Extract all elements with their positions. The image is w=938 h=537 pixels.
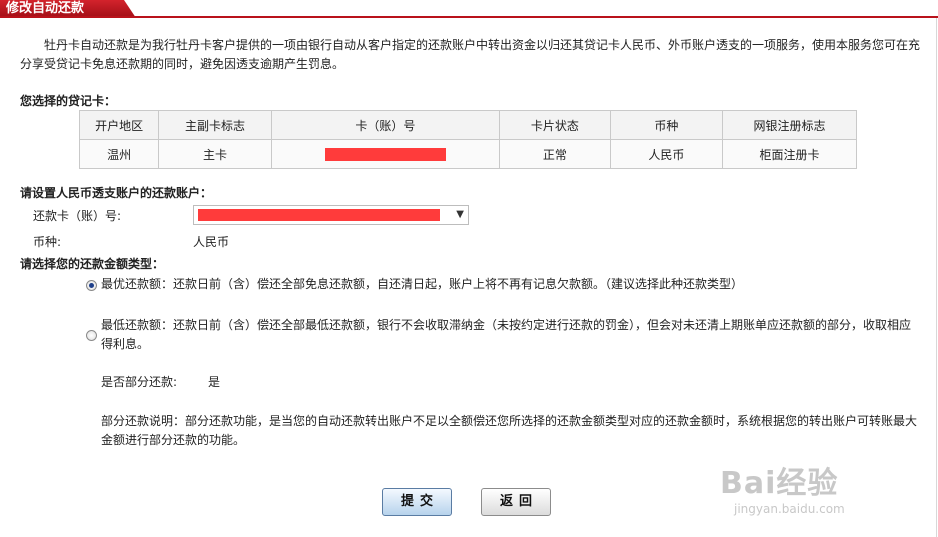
repay-account-select[interactable]: ▼ bbox=[193, 205, 469, 225]
option-optimal-text: 最优还款额：还款日前（含）偿还全部免息还款额，自还清日起，账户上将不再有记息欠款… bbox=[101, 277, 744, 291]
partial-repay-note: 部分还款说明：部分还款功能，是当您的自动还款转出账户不足以全额偿还您所选择的还款… bbox=[101, 414, 918, 447]
col-currency: 币种 bbox=[609, 110, 724, 140]
table-row: 温州 主卡 正常 人民币 柜面注册卡 bbox=[78, 139, 857, 169]
account-section-title: 请设置人民币透支账户的还款账户： bbox=[20, 186, 213, 200]
option-min-optimal-radio[interactable] bbox=[86, 280, 97, 291]
partial-repay-label: 是否部分还款: bbox=[101, 375, 178, 389]
col-region: 开户地区 bbox=[78, 110, 160, 140]
back-button[interactable]: 返回 bbox=[481, 488, 551, 516]
cell-currency: 人民币 bbox=[609, 139, 724, 169]
currency-value: 人民币 bbox=[193, 235, 230, 249]
credit-card-table: 开户地区 主副卡标志 卡（账）号 卡片状态 币种 网银注册标志 温州 主卡 正常… bbox=[78, 110, 857, 169]
intro-text: 牡丹卡自动还款是为我行牡丹卡客户提供的一项由银行自动从客户指定的还款账户中转出资… bbox=[20, 38, 921, 71]
redacted-card-number bbox=[324, 148, 446, 161]
col-card-number: 卡（账）号 bbox=[270, 110, 501, 140]
col-card-flag: 主副卡标志 bbox=[158, 110, 272, 140]
submit-button[interactable]: 提交 bbox=[382, 488, 452, 516]
cell-status: 正常 bbox=[499, 139, 611, 169]
cell-region: 温州 bbox=[78, 139, 160, 169]
card-section-title: 您选择的贷记卡： bbox=[20, 94, 117, 108]
cell-ebank-flag: 柜面注册卡 bbox=[722, 139, 857, 169]
col-ebank-flag: 网银注册标志 bbox=[722, 110, 857, 140]
title-bar: 修改自动还款 bbox=[0, 0, 938, 18]
cell-card-number bbox=[270, 139, 501, 169]
redacted-account-number bbox=[198, 209, 440, 221]
col-status: 卡片状态 bbox=[499, 110, 611, 140]
amount-section-title: 请选择您的还款金额类型： bbox=[20, 257, 165, 271]
repay-card-label: 还款卡（账）号: bbox=[33, 209, 122, 223]
partial-repay-value: 是 bbox=[208, 375, 221, 389]
chevron-down-icon[interactable]: ▼ bbox=[456, 209, 464, 220]
currency-label: 币种: bbox=[33, 235, 62, 249]
option-minimum-radio[interactable] bbox=[86, 330, 97, 341]
cell-card-flag: 主卡 bbox=[158, 139, 272, 169]
table-header-row: 开户地区 主副卡标志 卡（账）号 卡片状态 币种 网银注册标志 bbox=[78, 110, 857, 140]
option-minimum-text: 最低还款额：还款日前（含）偿还全部最低还款额，银行不会收取滞纳金（未按约定进行还… bbox=[101, 318, 912, 351]
